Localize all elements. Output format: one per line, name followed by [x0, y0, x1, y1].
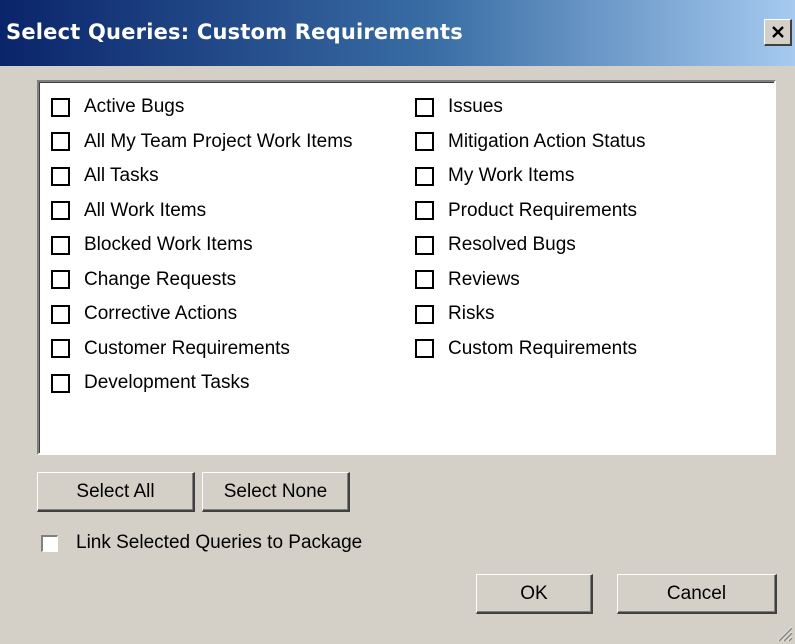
- query-label: My Work Items: [448, 165, 575, 187]
- select-none-button[interactable]: Select None: [202, 472, 350, 512]
- query-label: All Work Items: [84, 199, 207, 221]
- query-item[interactable]: All Work Items: [51, 194, 353, 229]
- dialog-title: Select Queries: Custom Requirements: [6, 20, 463, 44]
- query-item[interactable]: Customer Requirements: [51, 332, 353, 367]
- queries-column-left: Active Bugs All My Team Project Work Item…: [51, 90, 353, 401]
- query-checkbox[interactable]: [415, 304, 434, 324]
- query-checkbox[interactable]: [415, 201, 434, 221]
- query-label: Custom Requirements: [448, 337, 638, 359]
- query-item[interactable]: Blocked Work Items: [51, 228, 353, 263]
- query-label: All My Team Project Work Items: [84, 130, 353, 152]
- close-button[interactable]: [764, 19, 792, 46]
- link-queries-option[interactable]: Link Selected Queries to Package: [41, 532, 362, 554]
- ok-button[interactable]: OK: [476, 574, 593, 614]
- query-label: Product Requirements: [448, 199, 638, 221]
- queries-column-right: Issues Mitigation Action Status My Work It…: [415, 90, 646, 366]
- query-checkbox[interactable]: [51, 132, 70, 152]
- query-label: Resolved Bugs: [448, 234, 576, 256]
- query-checkbox[interactable]: [51, 339, 70, 359]
- query-item[interactable]: Issues: [415, 90, 646, 125]
- queries-list[interactable]: Active Bugs All My Team Project Work Item…: [37, 80, 776, 455]
- title-bar[interactable]: Select Queries: Custom Requirements: [0, 0, 795, 66]
- query-item[interactable]: Corrective Actions: [51, 297, 353, 332]
- query-checkbox[interactable]: [415, 270, 434, 290]
- query-checkbox[interactable]: [51, 235, 70, 255]
- query-item[interactable]: My Work Items: [415, 159, 646, 194]
- query-item[interactable]: Change Requests: [51, 263, 353, 298]
- query-label: Active Bugs: [84, 96, 185, 118]
- close-icon: [771, 25, 784, 38]
- link-queries-label: Link Selected Queries to Package: [76, 532, 363, 553]
- link-queries-checkbox[interactable]: [41, 534, 58, 552]
- query-checkbox[interactable]: [415, 339, 434, 359]
- query-checkbox[interactable]: [51, 270, 70, 290]
- query-checkbox[interactable]: [51, 373, 70, 393]
- query-label: Change Requests: [84, 268, 237, 290]
- query-checkbox[interactable]: [415, 97, 434, 117]
- query-item[interactable]: Resolved Bugs: [415, 228, 646, 263]
- query-checkbox[interactable]: [415, 235, 434, 255]
- query-label: Reviews: [448, 268, 520, 290]
- select-all-button[interactable]: Select All: [37, 472, 195, 512]
- select-queries-dialog: Select Queries: Custom Requirements Acti…: [0, 0, 795, 644]
- query-item[interactable]: Development Tasks: [51, 366, 353, 401]
- query-label: Risks: [448, 303, 495, 325]
- query-checkbox[interactable]: [415, 166, 434, 186]
- query-checkbox[interactable]: [51, 304, 70, 324]
- query-label: Issues: [448, 96, 503, 118]
- query-label: Corrective Actions: [84, 303, 238, 325]
- query-checkbox[interactable]: [415, 132, 434, 152]
- query-item[interactable]: Active Bugs: [51, 90, 353, 125]
- query-item[interactable]: Reviews: [415, 263, 646, 298]
- query-item[interactable]: Product Requirements: [415, 194, 646, 229]
- query-label: Blocked Work Items: [84, 234, 253, 256]
- query-checkbox[interactable]: [51, 97, 70, 117]
- query-item[interactable]: Mitigation Action Status: [415, 125, 646, 160]
- query-item[interactable]: All My Team Project Work Items: [51, 125, 353, 160]
- query-label: Customer Requirements: [84, 337, 290, 359]
- query-checkbox[interactable]: [51, 201, 70, 221]
- query-checkbox[interactable]: [51, 166, 70, 186]
- query-item[interactable]: Custom Requirements: [415, 332, 646, 367]
- query-label: All Tasks: [84, 165, 159, 187]
- query-label: Development Tasks: [84, 372, 250, 394]
- query-item[interactable]: All Tasks: [51, 159, 353, 194]
- query-label: Mitigation Action Status: [448, 130, 646, 152]
- query-item[interactable]: Risks: [415, 297, 646, 332]
- cancel-button[interactable]: Cancel: [617, 574, 777, 614]
- resize-grip-icon[interactable]: [773, 622, 793, 642]
